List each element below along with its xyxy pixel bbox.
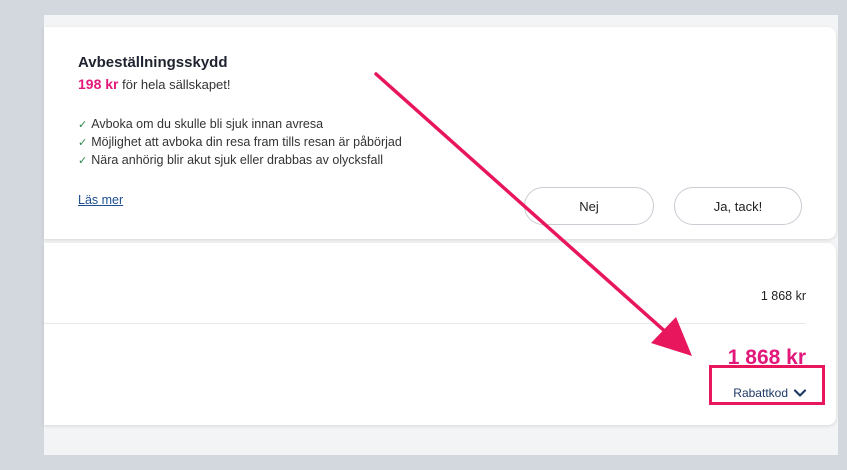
check-icon: ✓ bbox=[78, 137, 88, 149]
accept-insurance-button[interactable]: Ja, tack! bbox=[674, 187, 802, 225]
benefit-item: ✓ Nära anhörig blir akut sjuk eller drabb… bbox=[78, 153, 384, 167]
check-icon: ✓ bbox=[78, 155, 88, 167]
checkout-page: Avbeställningsskydd 198 kr för hela säll… bbox=[44, 15, 838, 455]
check-icon: ✓ bbox=[78, 119, 88, 131]
cancellation-insurance-card: Avbeställningsskydd 198 kr för hela säll… bbox=[44, 27, 836, 239]
discount-code-label: Rabattkod bbox=[733, 386, 788, 400]
insurance-benefits-list: ✓ Avboka om du skulle bli sjuk innan avre… bbox=[78, 115, 402, 169]
divider bbox=[44, 323, 806, 324]
read-more-link[interactable]: Läs mer bbox=[78, 193, 123, 207]
decline-insurance-button[interactable]: Nej bbox=[524, 187, 654, 225]
insurance-price-line: 198 kr för hela sällskapet! bbox=[78, 76, 231, 92]
insurance-price: 198 kr bbox=[78, 76, 119, 92]
discount-code-toggle[interactable]: Rabattkod bbox=[733, 386, 806, 400]
total-amount: 1 868 kr bbox=[727, 346, 806, 369]
insurance-price-suffix: för hela sällskapet! bbox=[122, 77, 231, 92]
insurance-title: Avbeställningsskydd bbox=[78, 54, 228, 71]
subtotal-amount: 1 868 kr bbox=[760, 289, 806, 303]
price-summary-card: 1 868 kr 1 868 kr Rabattkod bbox=[44, 243, 836, 425]
benefit-item: ✓ Möjlighet att avboka din resa fram till… bbox=[78, 135, 402, 149]
benefit-item: ✓ Avboka om du skulle bli sjuk innan avre… bbox=[78, 117, 324, 131]
chevron-down-icon bbox=[794, 389, 806, 397]
